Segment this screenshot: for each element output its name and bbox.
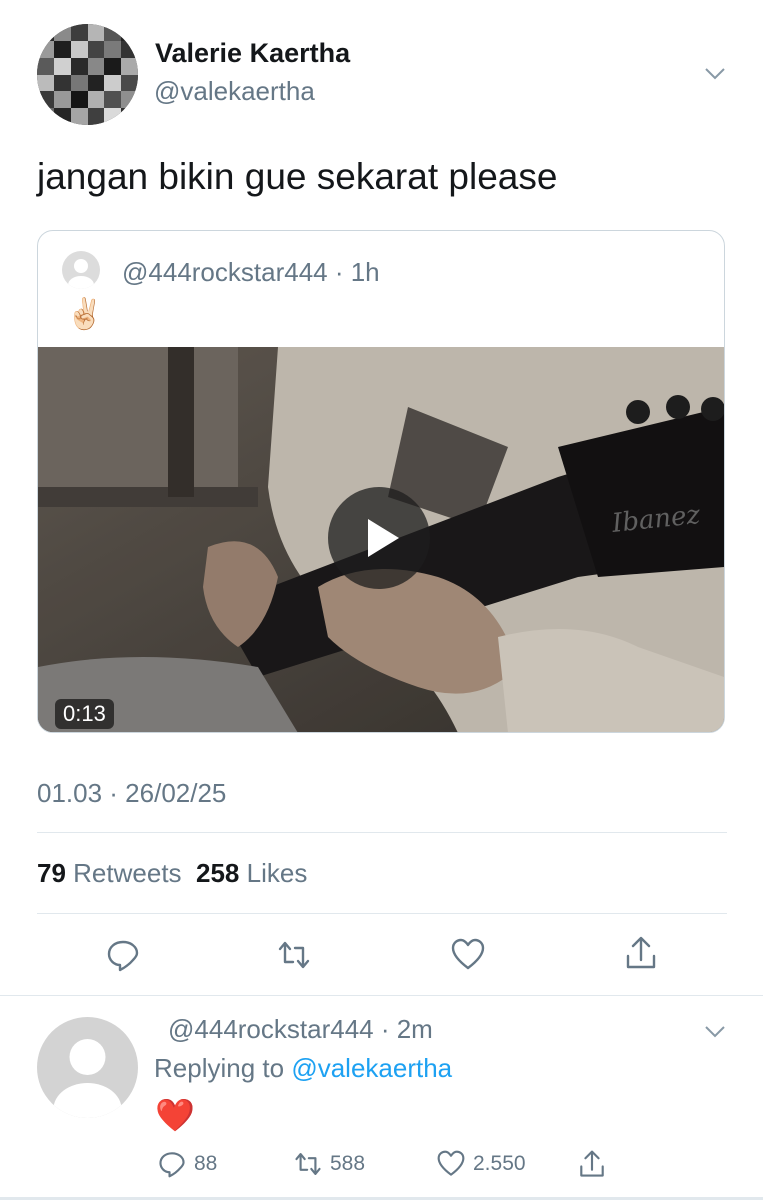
reply-text: ❤️ (155, 1097, 195, 1133)
reply-count: 88 (194, 1152, 218, 1175)
heart-icon (437, 1150, 465, 1176)
video-duration-badge: 0:13 (55, 699, 114, 729)
quoted-tweet-header[interactable]: @444rockstar444 · 1h (122, 257, 380, 288)
likes-label[interactable]: Likes (247, 858, 308, 888)
quoted-tweet-card[interactable]: @444rockstar444 · 1h ✌🏻 0:13 (37, 230, 725, 733)
reply-like-action[interactable]: 2.550 (437, 1150, 526, 1178)
reply-icon (159, 1152, 185, 1178)
author-handle[interactable]: @valekaertha (154, 76, 315, 107)
divider (37, 913, 727, 914)
chevron-down-icon[interactable] (704, 62, 726, 84)
quoted-author-avatar[interactable] (62, 251, 100, 289)
reply-author-avatar[interactable] (37, 1017, 138, 1118)
reply-share-action[interactable] (578, 1150, 606, 1178)
video-player[interactable]: Ibanez 0:13 (38, 347, 724, 732)
retweet-icon (295, 1153, 321, 1175)
quoted-tweet-text: ✌🏻 (66, 298, 104, 331)
reply-header[interactable]: @444rockstar444 · 2m (168, 1014, 433, 1045)
replying-to-label: Replying to (154, 1053, 285, 1083)
author-display-name[interactable]: Valerie Kaertha (155, 38, 350, 69)
tweet-timestamp[interactable]: 01.03 · 26/02/25 (37, 778, 226, 809)
retweets-count[interactable]: 79 (37, 858, 66, 888)
reply-retweet-action[interactable]: 588 (294, 1150, 365, 1178)
replying-to-mention[interactable]: @valekaertha (291, 1053, 452, 1083)
section-divider (0, 995, 763, 996)
avatar-collage (37, 24, 138, 125)
replying-to-line: Replying to @valekaertha (154, 1053, 452, 1084)
share-icon (580, 1150, 604, 1177)
like-count: 2.550 (473, 1152, 526, 1175)
reply-reply-action[interactable]: 88 (158, 1150, 217, 1178)
divider (37, 832, 727, 833)
engagement-stats: 79 Retweets 258 Likes (37, 858, 307, 889)
play-icon (368, 519, 399, 557)
retweet-icon[interactable] (277, 938, 311, 972)
reply-icon[interactable] (106, 938, 140, 972)
heart-icon[interactable] (451, 938, 485, 972)
default-avatar-icon (68, 259, 94, 289)
tweet-text: jangan bikin gue sekarat please (37, 156, 558, 197)
play-button[interactable] (328, 487, 430, 589)
likes-count[interactable]: 258 (196, 858, 239, 888)
retweet-count: 588 (330, 1152, 366, 1175)
chevron-down-icon[interactable] (704, 1020, 726, 1042)
share-icon[interactable] (624, 936, 658, 970)
author-avatar[interactable] (37, 24, 138, 125)
retweets-label[interactable]: Retweets (73, 858, 181, 888)
default-avatar-icon (53, 1039, 122, 1118)
